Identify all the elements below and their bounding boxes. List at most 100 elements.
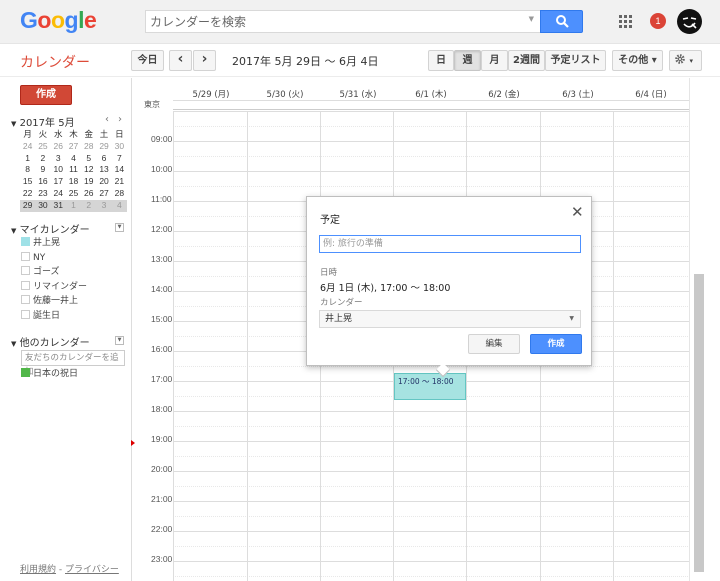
view-agenda-button[interactable]: 予定リスト bbox=[545, 50, 606, 71]
calendar-color-swatch[interactable] bbox=[21, 368, 30, 377]
calendar-list-item[interactable]: 日本の祝日 bbox=[21, 368, 78, 380]
google-logo[interactable]: Google bbox=[20, 7, 97, 34]
apps-grid-icon[interactable] bbox=[619, 15, 633, 29]
other-calendars-collapse-icon[interactable]: ▼ bbox=[11, 340, 16, 348]
minical-day[interactable]: 20 bbox=[96, 176, 111, 188]
search-options-icon[interactable]: ▼ bbox=[529, 15, 534, 23]
minical-day[interactable]: 23 bbox=[35, 188, 50, 200]
minical-day[interactable]: 26 bbox=[81, 188, 96, 200]
minical-day[interactable]: 18 bbox=[66, 176, 81, 188]
next-week-button[interactable]: › bbox=[193, 50, 216, 71]
other-calendars-title[interactable]: ▼ 他のカレンダー bbox=[11, 334, 90, 349]
minical-day[interactable]: 24 bbox=[20, 141, 35, 153]
close-icon[interactable]: ✕ bbox=[571, 205, 584, 220]
view-2weeks-button[interactable]: 2週間 bbox=[508, 50, 545, 71]
calendar-select[interactable]: 井上晃 ▼ bbox=[319, 310, 581, 328]
my-calendars-menu-icon[interactable]: ▼ bbox=[115, 223, 124, 232]
minical-prev-button[interactable]: ‹ bbox=[105, 114, 109, 125]
scrollbar[interactable] bbox=[689, 78, 720, 581]
calendar-list-item[interactable]: ゴーズ bbox=[21, 266, 60, 278]
minical-title[interactable]: ▼ 2017年 5月 bbox=[11, 114, 75, 129]
edit-event-button[interactable]: 編集 bbox=[468, 334, 520, 354]
scroll-thumb[interactable] bbox=[694, 274, 704, 572]
minical-day[interactable]: 22 bbox=[20, 188, 35, 200]
minical-next-button[interactable]: › bbox=[118, 114, 122, 125]
minical-day[interactable]: 26 bbox=[51, 141, 66, 153]
calendar-color-swatch[interactable] bbox=[21, 295, 30, 304]
minical-day[interactable]: 17 bbox=[51, 176, 66, 188]
view-day-button[interactable]: 日 bbox=[428, 50, 454, 71]
calendar-list-item[interactable]: NY bbox=[21, 251, 45, 264]
minical-day[interactable]: 8 bbox=[20, 164, 35, 176]
minical-day[interactable]: 25 bbox=[35, 141, 50, 153]
settings-button[interactable]: ▾ bbox=[669, 50, 702, 71]
minical-day[interactable]: 29 bbox=[20, 199, 36, 212]
minical-day[interactable]: 29 bbox=[96, 141, 111, 153]
calendar-color-swatch[interactable] bbox=[21, 280, 30, 290]
minical-day[interactable]: 27 bbox=[66, 141, 81, 153]
minical-day[interactable]: 1 bbox=[20, 153, 35, 165]
privacy-link[interactable]: プライバシー bbox=[65, 565, 119, 575]
terms-link[interactable]: 利用規約 bbox=[20, 565, 56, 575]
minical-day[interactable]: 13 bbox=[96, 164, 111, 176]
minical-day[interactable]: 3 bbox=[51, 153, 66, 165]
day-header[interactable]: 6/2 (金) bbox=[467, 88, 541, 100]
calendar-color-swatch[interactable] bbox=[21, 309, 30, 319]
day-header[interactable]: 5/30 (火) bbox=[248, 88, 322, 100]
search-input[interactable] bbox=[150, 13, 520, 30]
my-calendars-collapse-icon[interactable]: ▼ bbox=[11, 227, 16, 235]
minical-day[interactable]: 28 bbox=[112, 188, 127, 200]
minical-day[interactable]: 25 bbox=[66, 188, 81, 200]
add-friend-calendar-input[interactable]: 友だちのカレンダーを追加 bbox=[21, 350, 125, 377]
calendar-color-swatch[interactable] bbox=[21, 266, 30, 275]
minical-day[interactable]: 19 bbox=[81, 176, 96, 188]
my-calendars-title[interactable]: ▼ マイカレンダー bbox=[11, 221, 90, 236]
avatar[interactable] bbox=[677, 9, 702, 34]
day-header[interactable]: 6/3 (土) bbox=[541, 88, 615, 100]
calendar-list-item[interactable]: 井上晃 bbox=[21, 237, 60, 249]
minical-day[interactable]: 5 bbox=[81, 153, 96, 165]
minical-day[interactable]: 21 bbox=[112, 176, 127, 188]
minical-day[interactable]: 10 bbox=[51, 164, 66, 176]
minical-day[interactable]: 7 bbox=[112, 153, 127, 165]
minical-day[interactable]: 11 bbox=[66, 164, 81, 176]
minical-day[interactable]: 30 bbox=[112, 141, 127, 153]
view-week-button[interactable]: 週 bbox=[454, 50, 481, 71]
minical-day[interactable]: 2 bbox=[81, 199, 97, 212]
calendar-list-item[interactable]: リマインダー bbox=[21, 280, 87, 293]
minical-day[interactable]: 4 bbox=[111, 199, 127, 212]
more-button[interactable]: その他 ▾ bbox=[612, 50, 663, 71]
minical-day[interactable]: 1 bbox=[65, 199, 82, 212]
calendar-list-item[interactable]: 佐藤一井上 bbox=[21, 295, 78, 307]
prev-week-button[interactable]: ‹ bbox=[169, 50, 192, 71]
minical-day[interactable]: 15 bbox=[20, 176, 35, 188]
create-event-button[interactable]: 作成 bbox=[530, 334, 582, 354]
search-box[interactable]: ▼ bbox=[145, 10, 541, 33]
calendar-list-item[interactable]: 誕生日 bbox=[21, 309, 60, 322]
minical-day[interactable]: 6 bbox=[96, 153, 111, 165]
minical-collapse-icon[interactable]: ▼ bbox=[11, 120, 16, 128]
event-title-input[interactable]: 例: 旅行の準備 bbox=[319, 235, 581, 253]
create-button[interactable]: 作成 bbox=[20, 85, 72, 105]
view-month-button[interactable]: 月 bbox=[481, 50, 508, 71]
calendar-color-swatch[interactable] bbox=[21, 251, 30, 261]
minical-day[interactable]: 28 bbox=[81, 141, 96, 153]
other-calendars-menu-icon[interactable]: ▼ bbox=[115, 336, 124, 345]
day-header[interactable]: 5/29 (月) bbox=[174, 88, 248, 100]
minical-day[interactable]: 2 bbox=[35, 153, 50, 165]
minical-day[interactable]: 31 bbox=[50, 199, 66, 212]
minical-day[interactable]: 4 bbox=[66, 153, 81, 165]
day-header[interactable]: 5/31 (水) bbox=[321, 88, 395, 100]
day-header[interactable]: 6/4 (日) bbox=[614, 88, 688, 100]
all-day-row[interactable] bbox=[173, 100, 690, 110]
day-header[interactable]: 6/1 (木) bbox=[394, 88, 468, 100]
search-button[interactable] bbox=[540, 10, 583, 33]
minical-day[interactable]: 14 bbox=[112, 164, 127, 176]
minical-day[interactable]: 12 bbox=[81, 164, 96, 176]
minical-day[interactable]: 24 bbox=[51, 188, 66, 200]
minical-day[interactable]: 3 bbox=[96, 199, 112, 212]
event-block[interactable]: 17:00 ～ 18:00 bbox=[394, 373, 466, 400]
calendar-color-swatch[interactable] bbox=[21, 237, 30, 246]
minical-day[interactable]: 27 bbox=[96, 188, 111, 200]
minical-day[interactable]: 30 bbox=[35, 199, 51, 212]
